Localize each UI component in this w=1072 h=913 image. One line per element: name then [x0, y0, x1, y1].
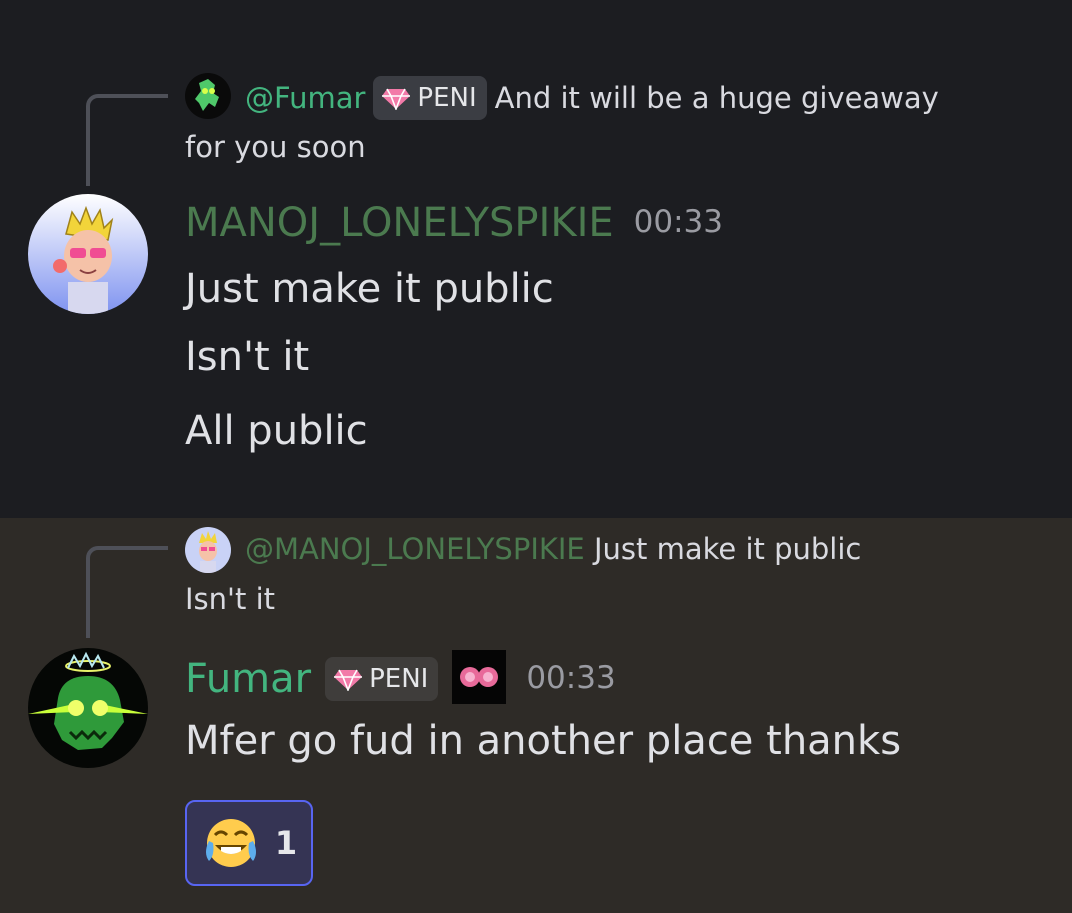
timestamp[interactable]: 00:33: [634, 204, 723, 240]
peni-badge[interactable]: PENI: [373, 76, 487, 120]
reply-text-line2: for you soon: [185, 130, 366, 164]
gem-icon: [382, 88, 411, 112]
reply-text-line2: Isn't it: [185, 582, 276, 616]
author-name[interactable]: MANOJ_LONELYSPIKIE: [185, 200, 614, 246]
avatar-manoj[interactable]: [28, 194, 148, 314]
message-manoj[interactable]: @Fumar PENI And it will be a huge giveaway…: [0, 0, 1072, 518]
timestamp[interactable]: 00:33: [526, 660, 615, 696]
reaction-count: 1: [274, 824, 298, 862]
peni-badge[interactable]: PENI: [325, 657, 439, 701]
reply-text-line1: And it will be a huge giveaway: [494, 81, 939, 115]
message-fumar[interactable]: @MANOJ_LONELYSPIKIE Just make it public …: [0, 518, 1072, 913]
message-line-1: Mfer go fud in another place thanks: [185, 718, 902, 764]
author-name[interactable]: Fumar: [185, 656, 311, 702]
gem-icon: [334, 669, 363, 693]
peni-badge-label: PENI: [369, 664, 429, 694]
reply-mention[interactable]: @MANOJ_LONELYSPIKIE: [245, 532, 585, 566]
author-header: Fumar PENI 00:33: [185, 650, 616, 708]
author-header: MANOJ_LONELYSPIKIE 00:33: [185, 200, 723, 246]
message-line-2: Isn't it: [185, 334, 310, 380]
reply-avatar-manoj[interactable]: [185, 527, 231, 573]
reply-header: @Fumar PENI And it will be a huge giveaway: [245, 76, 939, 122]
reply-mention[interactable]: @Fumar: [245, 81, 365, 115]
reply-spine: [86, 94, 168, 186]
rose-emblem-icon[interactable]: [452, 650, 507, 704]
reaction-joy[interactable]: 1: [185, 800, 313, 886]
reply-text-line1: Just make it public: [593, 532, 862, 566]
message-line-1: Just make it public: [185, 266, 554, 312]
avatar-fumar[interactable]: [28, 648, 148, 768]
message-line-3: All public: [185, 408, 368, 454]
chat-log: @Fumar PENI And it will be a huge giveaway…: [0, 0, 1072, 913]
reply-header: @MANOJ_LONELYSPIKIE Just make it public: [245, 532, 861, 566]
joy-emoji-icon: [205, 819, 256, 867]
peni-badge-label: PENI: [417, 83, 477, 113]
reply-avatar-fumar[interactable]: [185, 73, 231, 119]
reply-spine: [86, 546, 168, 638]
